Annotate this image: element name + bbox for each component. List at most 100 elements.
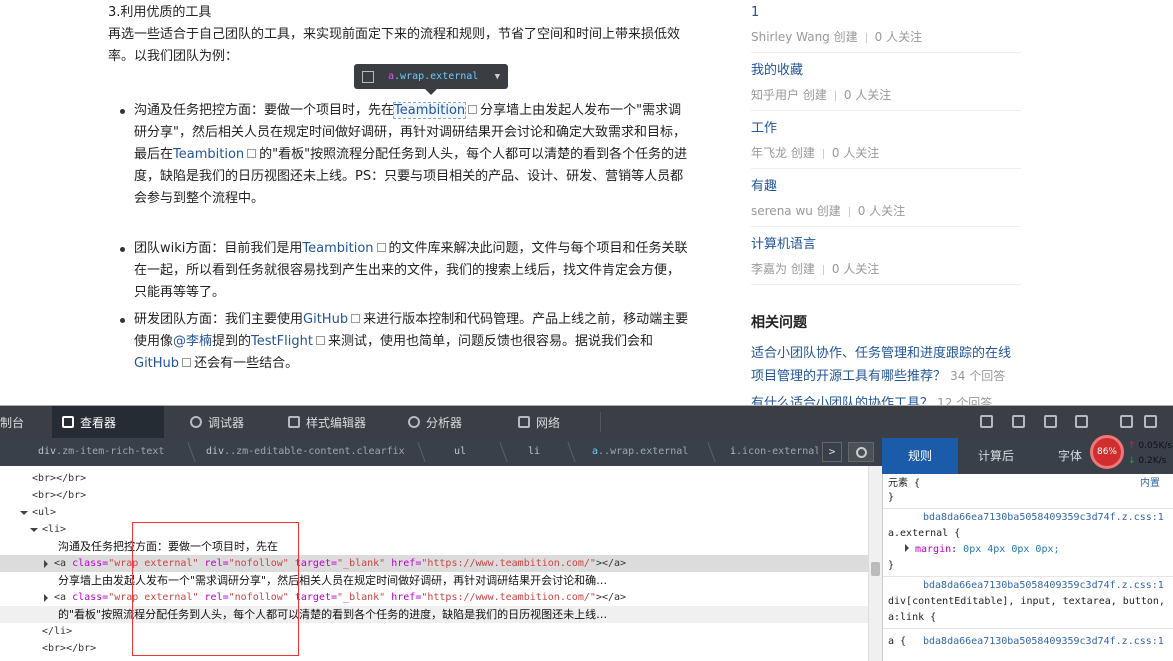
collection-item: 工作 年飞龙 创建 0 人关注 <box>751 120 1021 169</box>
answer-count: 34 个回答 <box>950 369 1006 383</box>
teambition-link[interactable]: Teambition <box>302 241 373 256</box>
breadcrumb-item[interactable]: div..zm-editable-content.clearfix <box>206 438 405 466</box>
arrow-down-icon: ↓ <box>1128 456 1136 466</box>
collection-creator: Shirley Wang 创建 <box>751 30 858 44</box>
external-link-icon <box>315 336 325 345</box>
testflight-link[interactable]: TestFlight <box>251 334 313 349</box>
external-link-icon <box>182 358 192 367</box>
inline-label: 内置 <box>1140 478 1160 489</box>
breadcrumb: div.zm-item-rich-text div..zm-editable-c… <box>0 438 882 466</box>
collection-followers: 0 人关注 <box>874 30 923 44</box>
tab-profiler[interactable]: 分析器 <box>398 406 488 438</box>
collection-title[interactable]: 我的收藏 <box>751 62 1021 80</box>
dock-side-icon[interactable] <box>1120 415 1133 428</box>
markup-node[interactable]: <br></br> <box>0 470 868 487</box>
markup-text-node[interactable]: 沟通及任务把控方面：要做一个项目时，先在 <box>0 538 868 555</box>
stopwatch-icon <box>408 416 420 428</box>
github-link[interactable]: GitHub <box>134 356 179 371</box>
markup-node[interactable]: <a class="wrap external" rel="nofollow" … <box>0 589 868 606</box>
3d-view-icon[interactable] <box>1012 415 1025 428</box>
collection-title[interactable]: 1 <box>751 4 1021 22</box>
rule-selector[interactable]: a:link { <box>888 610 936 626</box>
user-mention-link[interactable]: @李楠 <box>173 334 212 349</box>
teambition-link[interactable]: Teambition <box>173 147 244 162</box>
collection-followers: 0 人关注 <box>857 204 906 218</box>
tab-computed[interactable]: 计算后 <box>958 438 1034 474</box>
rule-property[interactable]: margin: 0px 4px 0px 0px; <box>905 542 1060 558</box>
right-sidebar: 1 Shirley Wang 创建 0 人关注 我的收藏 知乎用户 创建 0 人关注… <box>751 0 1021 405</box>
tab-console[interactable]: 制台 <box>0 406 52 438</box>
markup-node-selected[interactable]: <a class="wrap external" rel="nofollow" … <box>0 555 868 572</box>
tab-network[interactable]: 网络 <box>508 406 588 438</box>
tab-inspector[interactable]: 查看器 <box>52 406 164 438</box>
collection-title[interactable]: 工作 <box>751 120 1021 138</box>
markup-scrollbar[interactable] <box>868 466 882 661</box>
collection-creator: 知乎用户 创建 <box>751 88 827 102</box>
breadcrumb-item[interactable]: div.zm-item-rich-text <box>38 438 164 466</box>
teambition-link[interactable]: Teambition <box>393 102 467 119</box>
intro-paragraph: 再选一些适合于自己团队的工具，来实现前面定下来的流程和规则，节省了空间和时间上带… <box>108 27 681 64</box>
markup-node[interactable]: <li> <box>0 521 868 538</box>
section-heading: 3.利用优质的工具 <box>108 5 212 20</box>
markup-text-node[interactable]: 的"看板"按照流程分配任务到人头，每个人都可以清楚的看到各个任务的进度，缺陷是我… <box>0 606 868 623</box>
collection-item: 计算机语言 李嘉为 创建 0 人关注 <box>751 236 1021 285</box>
pencil-icon <box>288 416 300 428</box>
arrow-up-icon: ↑ <box>1128 441 1136 451</box>
breadcrumb-item[interactable]: i.icon-external <box>730 438 818 466</box>
expand-toggle-icon[interactable] <box>30 528 38 532</box>
devtools-toolbar: 制台 查看器 调试器 样式编辑器 分析器 网络 <box>0 406 1173 438</box>
expand-toggle-icon[interactable] <box>905 544 909 552</box>
external-link-icon <box>468 105 478 114</box>
tab-style-editor[interactable]: 样式编辑器 <box>278 406 388 438</box>
markup-node[interactable]: </li> <box>0 623 868 640</box>
breadcrumb-item-selected[interactable]: a..wrap.external <box>592 438 688 466</box>
markup-text-node[interactable]: 分享墙上由发起人发布一个"需求调研分享"，然后相关人员在规定时间做好调研，再针对… <box>0 572 868 589</box>
expand-toggle-icon[interactable] <box>44 594 48 602</box>
related-question[interactable]: 适合小团队协作、任务管理和进度跟踪的在线项目管理的开源工具有哪些推荐？ 34 个… <box>751 343 1021 388</box>
tab-rules[interactable]: 规则 <box>882 438 958 474</box>
stylesheet-link[interactable]: bda8da66ea7130ba5058409359c3d74f.z.css:1 <box>923 510 1164 526</box>
element-picker-icon <box>362 70 374 83</box>
collection-followers: 0 人关注 <box>843 88 892 102</box>
collection-followers: 0 人关注 <box>831 262 880 276</box>
answer-count: 12 个回答 <box>937 396 993 405</box>
answer-content: 3.利用优质的工具 再选一些适合于自己团队的工具，来实现前面定下来的流程和规则，… <box>108 0 698 405</box>
scratchpad-icon[interactable] <box>1044 415 1057 428</box>
collection-creator: serena wu 创建 <box>751 204 841 218</box>
stylesheet-link[interactable]: bda8da66ea7130ba5058409359c3d74f.z.css:1 <box>923 634 1164 650</box>
rule-selector[interactable]: div[contentEditable], input, textarea, b… <box>888 594 1165 610</box>
breadcrumb-item[interactable]: ul <box>454 438 466 466</box>
collection-creator: 李嘉为 创建 <box>751 262 815 276</box>
external-link-icon <box>376 243 386 252</box>
tab-debugger[interactable]: 调试器 <box>180 406 270 438</box>
markup-view[interactable]: <br></br> <br></br> <ul> <li> 沟通及任务把控方面：… <box>0 466 868 661</box>
rule-selector[interactable]: a.external { <box>888 526 960 542</box>
rule-selector[interactable]: a { <box>888 634 906 650</box>
markup-node[interactable]: <br></br> <box>0 487 868 504</box>
related-questions-heading: 相关问题 <box>751 315 807 331</box>
related-question[interactable]: 有什么适合小团队的协作工具？ 12 个回答 <box>751 394 1021 405</box>
expand-toggle-icon[interactable] <box>44 560 48 568</box>
highlight-box <box>132 522 299 656</box>
tooltip-classes: .wrap.external <box>394 71 479 82</box>
stylesheet-link[interactable]: bda8da66ea7130ba5058409359c3d74f.z.css:1 <box>923 578 1164 594</box>
dock-window-icon[interactable] <box>1144 415 1157 428</box>
chevron-down-icon[interactable]: ▼ <box>495 72 500 82</box>
list-item: 团队wiki方面：目前我们是用Teambition 的文件库来解决此问题，文件与每… <box>120 238 690 304</box>
screenshot-icon[interactable] <box>1075 415 1088 428</box>
collection-title[interactable]: 计算机语言 <box>751 236 1021 254</box>
network-speed-meter[interactable]: 86% <box>1090 435 1124 469</box>
collection-title[interactable]: 有趣 <box>751 178 1021 196</box>
element-picker-tooltip: a .wrap.external ▼ <box>354 64 508 95</box>
breadcrumb-item[interactable]: li <box>528 438 540 466</box>
rules-view[interactable]: 元素 {内置 } bda8da66ea7130ba5058409359c3d74… <box>882 474 1173 661</box>
markup-node[interactable]: <br></br> <box>0 640 868 657</box>
expand-toggle-icon[interactable] <box>20 511 28 515</box>
chevron-right-icon[interactable]: > <box>822 442 842 462</box>
search-icon[interactable] <box>848 442 874 462</box>
responsive-icon[interactable] <box>980 415 993 428</box>
inspector-icon <box>62 416 74 428</box>
markup-node[interactable]: <ul> <box>0 504 868 521</box>
github-link[interactable]: GitHub <box>303 312 348 327</box>
collection-creator: 年飞龙 创建 <box>751 146 815 160</box>
